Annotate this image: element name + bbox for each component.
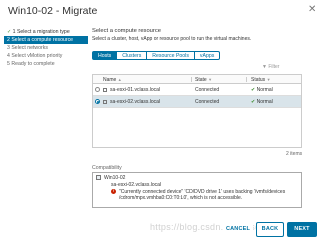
host-name: sa-esxi-01.vclass.local bbox=[110, 87, 161, 93]
host-name: sa-esxi-02.vclass.local bbox=[110, 99, 161, 105]
filter-label: Filter bbox=[268, 64, 280, 70]
filter-control[interactable]: ▼ Filter bbox=[262, 64, 279, 70]
check-circle-icon: ✔ bbox=[251, 99, 256, 105]
item-count: 2 items bbox=[286, 151, 303, 157]
step-1[interactable]: ✓ 1 Select a migration type bbox=[4, 28, 88, 36]
tab-vapps[interactable]: vApps bbox=[194, 51, 221, 60]
host-status: ✔ Normal bbox=[251, 96, 273, 108]
tab-clusters[interactable]: Clusters bbox=[117, 51, 148, 60]
page-subtitle: Select a cluster, host, vApp or resource… bbox=[92, 36, 252, 42]
step-number: 1 bbox=[12, 29, 16, 35]
title-bar: Win10-02 - Migrate ✕ bbox=[0, 0, 322, 22]
grid-header: Name ▲ State ▼ Status ▼ bbox=[93, 75, 301, 84]
column-label: Status bbox=[251, 77, 266, 83]
next-button[interactable]: NEXT bbox=[287, 222, 317, 237]
step-label: Ready to complete bbox=[11, 61, 55, 67]
host-name: sa-esxi-02.vclass.local bbox=[111, 182, 162, 188]
step-2[interactable]: 2 Select a compute resource bbox=[4, 36, 88, 44]
column-label: State bbox=[195, 77, 207, 83]
host-state: Connected bbox=[195, 87, 220, 93]
resource-tabs: Hosts Clusters Resource Pools vApps bbox=[92, 51, 221, 60]
host-icon bbox=[103, 100, 107, 104]
row-radio[interactable] bbox=[95, 87, 100, 92]
step-label: Select a migration type bbox=[16, 29, 70, 35]
step-5: 5 Ready to complete bbox=[4, 60, 88, 68]
hosts-grid: Name ▲ State ▼ Status ▼ sa-esxi-01.vclas… bbox=[92, 74, 302, 148]
step-number: 4 bbox=[7, 53, 10, 59]
column-divider[interactable] bbox=[191, 77, 192, 82]
step-label: Select vMotion priority bbox=[11, 53, 63, 59]
host-state: Connected bbox=[195, 99, 220, 105]
step-3: 3 Select networks bbox=[4, 44, 88, 52]
host-icon bbox=[103, 88, 107, 92]
page-title: Select a compute resource bbox=[92, 28, 161, 34]
sort-icon: ▼ bbox=[266, 77, 271, 82]
step-number: 2 bbox=[7, 37, 10, 43]
compatibility-panel: Win10-02 sa-esxi-02.vclass.local ! "Curr… bbox=[92, 172, 302, 208]
column-divider[interactable] bbox=[246, 77, 247, 82]
host-status: ✔ Normal bbox=[251, 84, 273, 96]
check-circle-icon: ✔ bbox=[251, 87, 256, 93]
tab-resource-pools[interactable]: Resource Pools bbox=[147, 51, 195, 60]
sort-icon: ▲ bbox=[117, 77, 122, 82]
window-title: Win10-02 - Migrate bbox=[8, 5, 98, 17]
sort-icon: ▼ bbox=[208, 77, 213, 82]
vm-name: Win10-02 bbox=[104, 175, 126, 181]
compatibility-label: Compatibility bbox=[92, 165, 122, 171]
status-label: Normal bbox=[256, 99, 273, 105]
wizard-steps: ✓ 1 Select a migration type 2 Select a c… bbox=[4, 28, 88, 68]
tab-hosts[interactable]: Hosts bbox=[92, 51, 118, 60]
filter-icon: ▼ bbox=[262, 64, 267, 70]
error-message-line-2: /cdrom/mpx.vmhba0:C0:T0:L0', which is no… bbox=[119, 195, 243, 201]
step-number: 5 bbox=[7, 61, 10, 67]
table-row[interactable]: sa-esxi-01.vclass.local Connected ✔ Norm… bbox=[93, 84, 301, 96]
main-content: Select a compute resource Select a clust… bbox=[92, 28, 318, 42]
table-row[interactable]: sa-esxi-02.vclass.local Connected ✔ Norm… bbox=[93, 96, 301, 108]
row-radio[interactable] bbox=[95, 99, 100, 104]
step-4: 4 Select vMotion priority bbox=[4, 52, 88, 60]
close-icon[interactable]: ✕ bbox=[308, 5, 316, 15]
cancel-button[interactable]: CANCEL bbox=[223, 222, 253, 237]
vm-icon bbox=[96, 175, 101, 180]
back-button[interactable]: BACK bbox=[256, 222, 284, 237]
error-icon: ! bbox=[111, 189, 116, 194]
step-number: 3 bbox=[7, 45, 10, 51]
step-label: Select networks bbox=[11, 45, 48, 51]
step-label: Select a compute resource bbox=[11, 37, 74, 43]
status-label: Normal bbox=[256, 87, 273, 93]
column-label: Name bbox=[103, 77, 117, 83]
